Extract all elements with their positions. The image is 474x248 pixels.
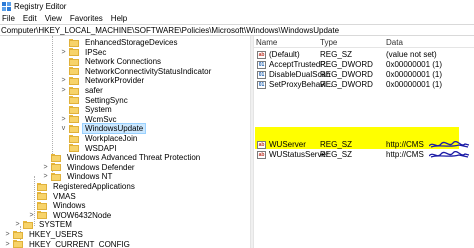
value-type: REG_SZ	[320, 50, 353, 59]
menu-edit[interactable]: Edit	[23, 14, 37, 23]
folder-icon	[69, 144, 79, 153]
title-bar: Registry Editor	[0, 0, 474, 12]
redaction-scribble	[429, 141, 469, 148]
value-type: REG_SZ	[320, 150, 353, 159]
value-data: 0x00000001 (1)	[386, 70, 443, 79]
folder-icon	[51, 163, 61, 172]
registry-editor-icon	[2, 1, 11, 11]
chevron-right-icon[interactable]: >	[14, 221, 21, 228]
folder-icon	[69, 105, 79, 114]
chevron-down-icon[interactable]: v	[60, 125, 67, 132]
value-name: WUServer	[269, 140, 306, 149]
redaction-scribble	[429, 151, 469, 158]
folder-icon	[37, 192, 47, 201]
tree-item-label: HKEY_CURRENT_CONFIG	[29, 239, 130, 248]
folder-icon	[69, 115, 79, 124]
value-row[interactable]: 01 DisableDualScan REG_DWORD 0x00000001 (1)	[254, 70, 474, 80]
value-row[interactable]: 01 AcceptTrustedP... REG_DWORD 0x00000001 (…	[254, 60, 474, 70]
chevron-right-icon[interactable]: >	[60, 116, 67, 123]
folder-icon	[69, 134, 79, 143]
value-data: (value not set)	[386, 50, 437, 59]
chevron-right-icon[interactable]: >	[42, 164, 49, 171]
string-value-icon: ab	[257, 151, 266, 159]
folder-icon	[69, 48, 79, 57]
folder-icon	[69, 76, 79, 85]
folder-icon	[23, 220, 33, 229]
string-value-icon: ab	[257, 141, 266, 149]
folder-icon	[69, 57, 79, 66]
folder-icon	[69, 38, 79, 47]
value-type: REG_DWORD	[320, 60, 373, 69]
column-header-data[interactable]: Data	[386, 38, 403, 47]
folder-icon	[51, 172, 61, 181]
chevron-right-icon[interactable]: >	[60, 49, 67, 56]
binary-value-icon: 01	[257, 81, 266, 89]
menu-help[interactable]: Help	[111, 14, 127, 23]
menu-favorites[interactable]: Favorites	[70, 14, 103, 23]
window-title: Registry Editor	[14, 1, 67, 11]
chevron-right-icon[interactable]: >	[4, 241, 11, 248]
folder-icon	[37, 182, 47, 191]
value-data: 0x00000001 (1)	[386, 60, 443, 69]
folder-icon	[37, 201, 47, 210]
folder-icon	[13, 240, 23, 248]
binary-value-icon: 01	[257, 61, 266, 69]
folder-icon	[69, 96, 79, 105]
menu-file[interactable]: File	[2, 14, 15, 23]
chevron-right-icon[interactable]: >	[60, 77, 67, 84]
value-data: 0x00000001 (1)	[386, 80, 443, 89]
folder-icon	[37, 211, 47, 220]
column-header-name[interactable]: Name	[256, 38, 277, 47]
menu-bar: File Edit View Favorites Help	[0, 12, 474, 24]
folder-icon	[13, 230, 23, 239]
value-data: http://CMS	[386, 140, 424, 149]
value-type: REG_SZ	[320, 140, 353, 149]
key-tree[interactable]: EnhancedStorageDevices > IPSec Network Conn…	[0, 36, 250, 248]
binary-value-icon: 01	[257, 71, 266, 79]
menu-view[interactable]: View	[45, 14, 62, 23]
chevron-right-icon[interactable]: >	[42, 173, 49, 180]
values-list[interactable]: Name Type Data ab (Default) REG_SZ (value n…	[254, 36, 474, 248]
value-data: http://CMS	[386, 150, 424, 159]
chevron-right-icon[interactable]: >	[4, 231, 11, 238]
values-header: Name Type Data	[254, 36, 474, 48]
folder-icon	[69, 124, 79, 133]
folder-icon	[69, 86, 79, 95]
column-header-type[interactable]: Type	[320, 38, 337, 47]
chevron-right-icon[interactable]: >	[60, 87, 67, 94]
value-type: REG_DWORD	[320, 80, 373, 89]
folder-icon	[51, 153, 61, 162]
value-name: (Default)	[269, 50, 300, 59]
chevron-right-icon[interactable]: >	[28, 212, 35, 219]
value-row[interactable]: ab (Default) REG_SZ (value not set)	[254, 50, 474, 60]
folder-icon	[69, 67, 79, 76]
value-type: REG_DWORD	[320, 70, 373, 79]
address-bar[interactable]: Computer\HKEY_LOCAL_MACHINE\SOFTWARE\Pol…	[0, 24, 474, 36]
tree-item[interactable]: > HKEY_CURRENT_CONFIG	[4, 239, 133, 248]
value-row[interactable]: 01 SetProxyBehavi... REG_DWORD 0x00000001 (…	[254, 80, 474, 90]
string-value-icon: ab	[257, 51, 266, 59]
address-path[interactable]: Computer\HKEY_LOCAL_MACHINE\SOFTWARE\Pol…	[1, 26, 339, 35]
